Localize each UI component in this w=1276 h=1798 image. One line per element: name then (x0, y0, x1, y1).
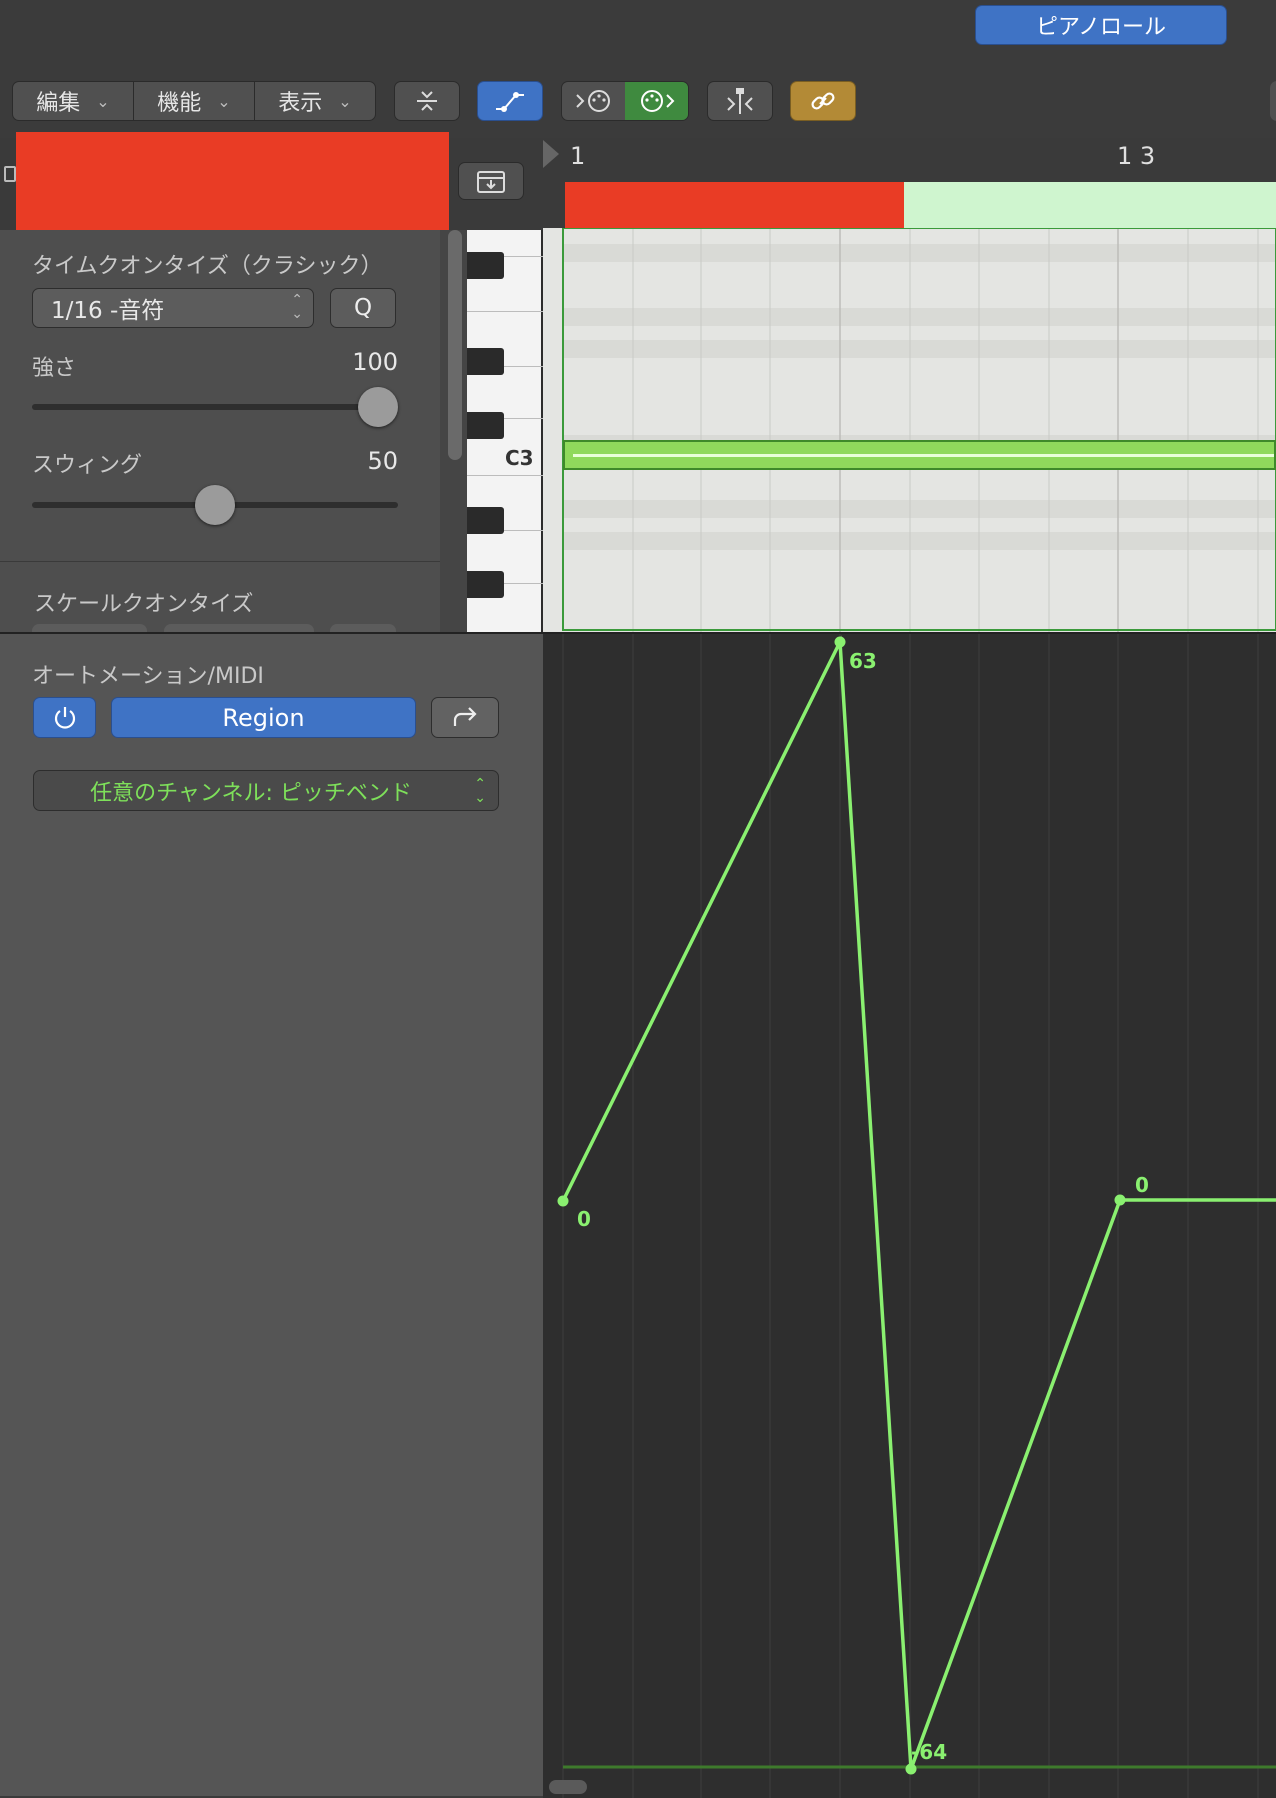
automation-mode-button[interactable]: Region (111, 697, 416, 738)
menu-view[interactable]: 表示 ⌄ (255, 82, 375, 120)
ruler-bar-13: 1 3 (1117, 142, 1156, 170)
automation-graph[interactable]: 0 63 -64 0 (543, 634, 1276, 1798)
scale-quantize-title: スケールクオンタイズ (34, 592, 254, 617)
ruler-bar-1: 1 (570, 142, 586, 170)
collapse-button[interactable] (394, 81, 460, 121)
power-icon (54, 706, 75, 729)
midi-in-out-group (561, 81, 689, 121)
horizontal-scrollbar[interactable] (549, 1780, 587, 1794)
link-button[interactable] (790, 81, 856, 121)
time-quantize-title: タイムクオンタイズ（クラシック） (32, 254, 383, 279)
playhead-icon (727, 88, 753, 114)
catch-playhead-button[interactable] (707, 81, 773, 121)
toolbar-overflow-button[interactable] (1270, 81, 1276, 121)
collapse-icon (417, 91, 437, 111)
black-key[interactable] (467, 252, 504, 279)
bar-ruler[interactable] (543, 138, 1276, 182)
scale-root-select[interactable] (32, 624, 147, 632)
scale-q-button[interactable] (330, 624, 396, 632)
region-header[interactable] (904, 182, 1276, 228)
quantize-q-button[interactable]: Q (330, 288, 396, 328)
scale-type-select[interactable] (164, 624, 314, 632)
automation-point[interactable] (557, 1195, 569, 1207)
chevron-down-icon: ⌄ (217, 91, 231, 111)
black-key[interactable] (467, 571, 504, 598)
midi-in-button[interactable] (562, 82, 625, 120)
point-label: 63 (849, 649, 877, 673)
updown-arrows-icon: ⌃ ⌄ (474, 776, 486, 806)
automation-power-button[interactable] (33, 697, 96, 738)
midi-in-icon (575, 90, 610, 112)
midi-out-icon (640, 90, 674, 112)
automation-point[interactable] (1114, 1194, 1126, 1206)
piano-roll-tab[interactable]: ピアノロール (975, 5, 1227, 45)
chevron-down-icon: ⌄ (96, 91, 110, 111)
inspector-scrollbar[interactable] (448, 230, 462, 460)
automation-channel-label: 任意のチャンネル: ピッチベンド (90, 780, 412, 806)
region-header-selected[interactable] (565, 182, 904, 228)
share-arrow-icon (453, 706, 477, 726)
automation-point[interactable] (834, 636, 846, 648)
region-icon (4, 166, 16, 182)
grid-lines (543, 228, 1276, 632)
menu-functions-label: 機能 (157, 91, 202, 116)
automation-forward-button[interactable] (431, 697, 499, 738)
automation-channel-select[interactable]: 任意のチャンネル: ピッチベンド ⌃ ⌄ (33, 770, 499, 811)
menu-group: 編集 ⌄ 機能 ⌄ 表示 ⌄ (12, 81, 376, 121)
menu-edit[interactable]: 編集 ⌄ (13, 82, 134, 120)
point-label: -64 (911, 1740, 947, 1764)
piano-keyboard[interactable]: C3 (467, 230, 543, 632)
midi-out-button[interactable] (625, 82, 688, 120)
section-divider (0, 561, 440, 562)
black-key[interactable] (467, 348, 504, 375)
midi-note-c3[interactable] (563, 440, 1276, 470)
menu-view-label: 表示 (278, 91, 323, 116)
ruler-start-marker (543, 140, 559, 168)
strength-slider-knob[interactable] (358, 387, 398, 427)
automation-title: オートメーション/MIDI (32, 664, 264, 689)
chevron-down-icon: ⌄ (338, 91, 352, 111)
swing-slider-knob[interactable] (195, 485, 235, 525)
automation-point[interactable] (905, 1763, 917, 1775)
quantize-value: 1/16 -音符 (51, 298, 165, 324)
c3-key-label: C3 (505, 446, 534, 470)
region-color-swatch[interactable] (16, 132, 449, 230)
black-key[interactable] (467, 412, 504, 439)
link-icon (811, 92, 835, 110)
swing-label: スウィング (32, 453, 143, 478)
note-velocity-line (573, 454, 1274, 457)
automation-curve-icon (496, 92, 524, 112)
piano-roll-grid[interactable] (543, 228, 1276, 632)
menu-edit-label: 編集 (36, 91, 81, 116)
swing-value: 50 (367, 447, 398, 475)
strength-slider[interactable] (32, 404, 398, 410)
strength-value: 100 (352, 348, 398, 376)
point-label: 0 (577, 1207, 591, 1231)
point-label: 0 (1135, 1173, 1149, 1197)
updown-arrows-icon: ⌃ ⌄ (291, 292, 303, 322)
black-key[interactable] (467, 507, 504, 534)
automation-lane[interactable]: 0 63 -64 0 (543, 632, 1276, 1798)
strength-label: 強さ (32, 356, 77, 381)
import-button[interactable] (458, 162, 524, 200)
quantize-select[interactable]: 1/16 -音符 ⌃ ⌄ (32, 288, 314, 328)
menu-functions[interactable]: 機能 ⌄ (134, 82, 255, 120)
automation-toggle-button[interactable] (477, 81, 543, 121)
download-tray-icon (477, 171, 505, 193)
